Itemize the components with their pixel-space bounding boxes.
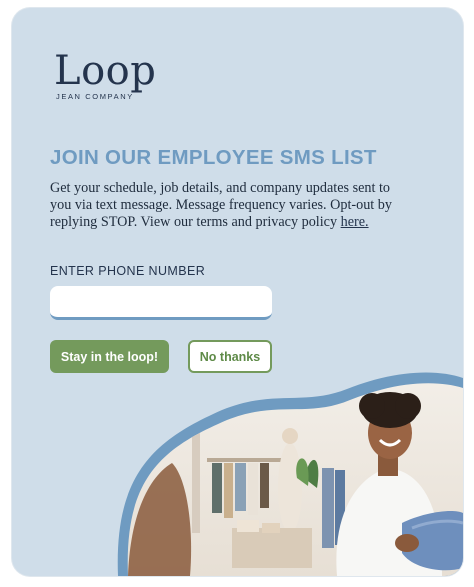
store-photo	[117, 372, 463, 576]
sms-signup-card: Loop JEAN COMPANY JOIN OUR EMPLOYEE SMS …	[12, 8, 463, 576]
